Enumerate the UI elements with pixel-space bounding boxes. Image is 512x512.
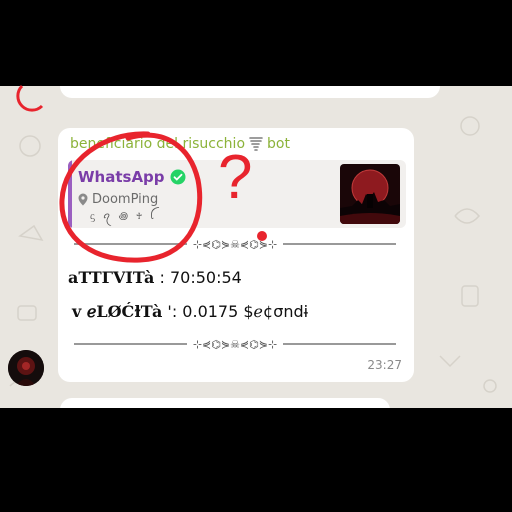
chat-background: beneficiario del risucchio bot WhatsApp bbox=[0, 86, 512, 408]
location-pin-icon bbox=[78, 193, 88, 206]
ornament-divider-bottom: ⊹⋞⌬⋟☠⋞⌬⋟⊹ bbox=[68, 336, 402, 352]
message-timestamp: 23:27 bbox=[367, 358, 402, 372]
link-preview-card[interactable]: WhatsApp DoomPing ᦓ ꪖ ꩜ ♰ ꪶ bbox=[68, 160, 406, 228]
bot-message-bubble[interactable]: beneficiario del risucchio bot WhatsApp bbox=[58, 128, 414, 382]
divider-line bbox=[74, 343, 187, 345]
preview-subtitle-text: DoomPing bbox=[92, 192, 159, 207]
preview-title-text: WhatsApp bbox=[78, 168, 165, 186]
uptime-label: aTTΓV​ITà bbox=[68, 268, 155, 287]
preview-title: WhatsApp bbox=[78, 168, 186, 186]
sender-name[interactable]: beneficiario del risucchio bot bbox=[70, 136, 290, 152]
ornament-divider-top: ⊹⋞⌬⋟☠⋞⌬⋟⊹ bbox=[68, 236, 402, 252]
sender-suffix: bot bbox=[267, 136, 290, 152]
uptime-value: : 70:50:54 bbox=[159, 268, 242, 287]
preview-subtitle: DoomPing bbox=[78, 192, 158, 207]
divider-line bbox=[74, 243, 187, 245]
next-message-bubble bbox=[60, 398, 390, 408]
divider-line bbox=[283, 343, 396, 345]
preview-glyphs: ᦓ ꪖ ꩜ ♰ ꪶ bbox=[90, 211, 156, 222]
uptime-row: aTTΓV​ITà : 70:50:54 bbox=[68, 268, 242, 287]
blood-moon-castle-image bbox=[340, 164, 400, 224]
velocity-value: ': 0.0175 $ℯ¢σndɨ bbox=[167, 302, 309, 321]
divider-ornament: ⊹⋞⌬⋟☠⋞⌬⋟⊹ bbox=[192, 337, 278, 351]
tornado-icon bbox=[249, 137, 263, 151]
velocity-row: v ℯLØĆɫTà ': 0.0175 $ℯ¢σndɨ bbox=[72, 302, 308, 321]
divider-line bbox=[283, 243, 396, 245]
sender-name-text: beneficiario del risucchio bbox=[70, 136, 246, 152]
verified-badge-icon bbox=[170, 169, 186, 185]
preview-thumbnail[interactable] bbox=[340, 164, 400, 224]
bot-avatar[interactable] bbox=[8, 350, 44, 386]
divider-ornament: ⊹⋞⌬⋟☠⋞⌬⋟⊹ bbox=[192, 237, 278, 251]
preview-accent-bar bbox=[68, 160, 72, 228]
previous-message-bubble bbox=[60, 86, 440, 98]
avatar-image bbox=[8, 350, 44, 386]
velocity-label: v ℯLØĆɫTà bbox=[72, 302, 163, 321]
